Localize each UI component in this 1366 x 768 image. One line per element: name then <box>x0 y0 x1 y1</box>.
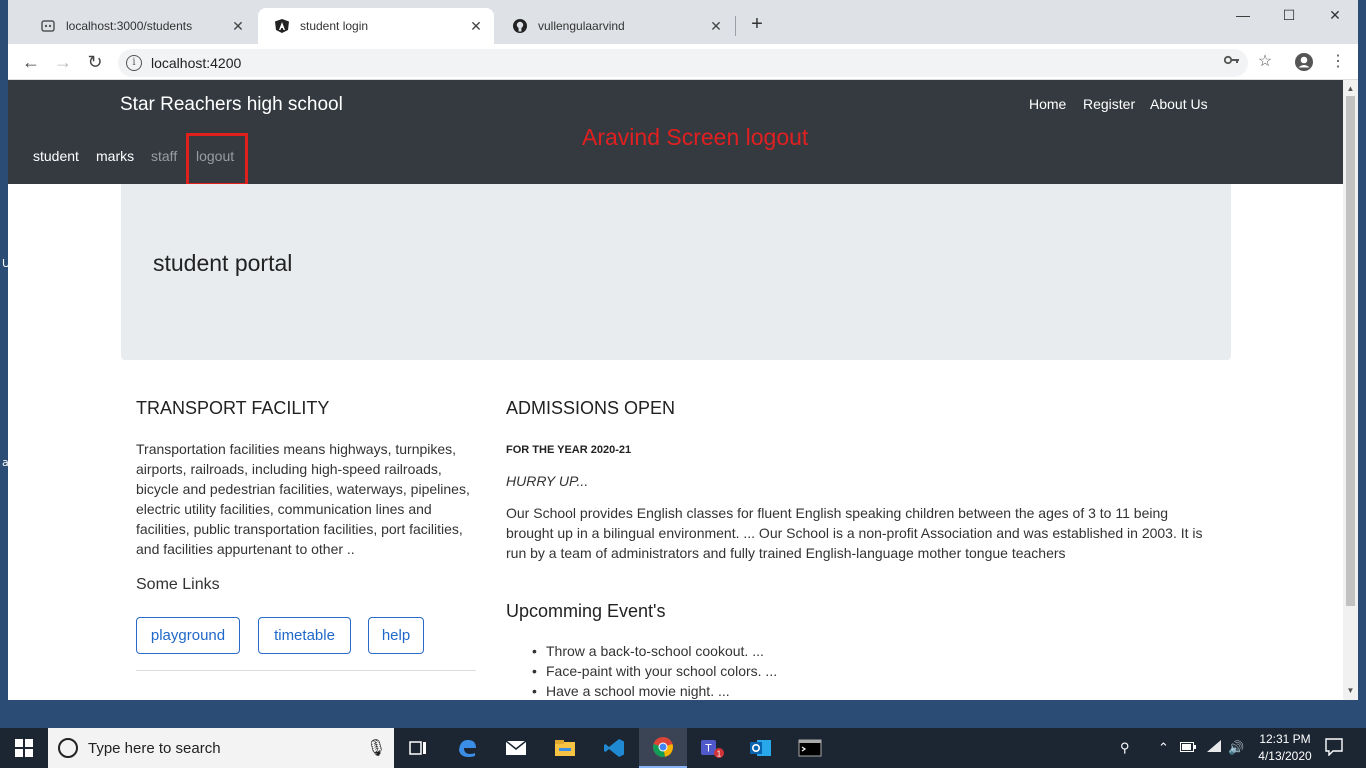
nav-home[interactable]: Home <box>1029 96 1066 112</box>
new-tab-icon[interactable]: + <box>746 14 768 36</box>
back-icon[interactable]: ← <box>19 50 43 74</box>
tab-close-icon[interactable]: ✕ <box>708 18 724 34</box>
links-title: Some Links <box>136 576 220 593</box>
tab-separator <box>735 16 736 36</box>
highlight-box <box>186 133 248 186</box>
vscode-icon[interactable] <box>590 728 638 768</box>
minimize-icon[interactable]: — <box>1220 4 1266 26</box>
menu-kebab-icon[interactable]: ⋮ <box>1328 52 1348 72</box>
events-heading: Upcomming Event's <box>506 601 666 621</box>
tab-close-icon[interactable]: ✕ <box>230 18 246 34</box>
windows-start-icon[interactable] <box>0 728 48 768</box>
page-scrollbar[interactable]: ▲ ▼ <box>1343 80 1358 700</box>
profile-avatar-icon[interactable] <box>1294 52 1314 72</box>
system-clock[interactable]: 12:31 PM 4/13/2020 <box>1255 731 1315 765</box>
text-line: airports, railroads, including high-spee… <box>136 461 442 477</box>
search-placeholder[interactable]: Type here to search <box>88 740 221 757</box>
volume-icon[interactable]: 🔊 <box>1228 740 1244 756</box>
battery-icon[interactable] <box>1180 740 1196 755</box>
text-line: brought up in a bilingual environment. .… <box>506 525 1203 541</box>
subnav-marks[interactable]: marks <box>96 148 134 164</box>
timetable-button[interactable]: timetable <box>258 617 351 654</box>
scroll-up-icon[interactable]: ▲ <box>1343 82 1358 96</box>
url-text[interactable]: localhost:4200 <box>151 55 241 71</box>
site-info-icon[interactable]: i <box>126 55 142 71</box>
admissions-heading: ADMISSIONS OPEN <box>506 398 676 418</box>
bookmark-star-icon[interactable]: ☆ <box>1255 52 1275 72</box>
divider <box>136 670 476 671</box>
page-favicon-icon <box>40 18 56 34</box>
text-line: Our School provides English classes for … <box>506 505 1169 521</box>
list-item: Throw a back-to-school cookout. ... <box>532 641 777 661</box>
key-icon[interactable] <box>1222 52 1242 72</box>
task-view-icon[interactable] <box>394 728 442 768</box>
jumbotron-title: student portal <box>153 250 293 276</box>
help-button[interactable]: help <box>368 617 424 654</box>
outlook-icon[interactable] <box>737 728 785 768</box>
text-line: and facilities appurtenant to other .. <box>136 541 355 557</box>
teams-icon[interactable]: T1 <box>688 728 736 768</box>
clock-date: 4/13/2020 <box>1258 749 1312 763</box>
nav-register[interactable]: Register <box>1083 96 1135 112</box>
file-explorer-icon[interactable] <box>541 728 589 768</box>
tab-students[interactable]: localhost:3000/students ✕ <box>24 8 256 44</box>
admissions-text: Our School provides English classes for … <box>506 503 1203 563</box>
github-icon <box>512 18 528 34</box>
subnav-staff[interactable]: staff <box>151 148 177 164</box>
cortana-icon <box>58 738 78 758</box>
clock-time: 12:31 PM <box>1259 732 1311 746</box>
text-line: electric utility facilities, communicati… <box>136 501 432 517</box>
edge-browser-icon[interactable] <box>443 728 491 768</box>
mail-icon[interactable] <box>492 728 540 768</box>
taskbar-search-box[interactable]: Type here to search 🎙 <box>48 728 394 768</box>
site-brand[interactable]: Star Reachers high school <box>120 94 343 116</box>
chrome-icon[interactable] <box>639 728 687 768</box>
scroll-thumb[interactable] <box>1346 96 1355 606</box>
reload-icon[interactable]: ↻ <box>83 50 107 74</box>
browser-window: localhost:3000/students ✕ student login … <box>8 0 1358 700</box>
wifi-icon[interactable] <box>1206 740 1222 755</box>
admissions-year: FOR THE YEAR 2020-21 <box>506 444 632 456</box>
tab-title: localhost:3000/students <box>66 19 193 33</box>
browser-toolbar: ← → ↻ i localhost:4200 ☆ ⋮ <box>8 44 1358 80</box>
angular-icon <box>274 18 290 34</box>
tray-chevron-icon[interactable]: ⌃ <box>1158 740 1169 756</box>
scroll-down-icon[interactable]: ▼ <box>1343 684 1358 698</box>
tab-close-icon[interactable]: ✕ <box>468 18 484 34</box>
text-line: Transportation facilities means highways… <box>136 441 457 457</box>
window-close-icon[interactable]: ✕ <box>1312 4 1358 26</box>
windows-taskbar: Type here to search 🎙 T1 ⚲ ⌃ 🔊 12:31 PM … <box>0 728 1366 768</box>
events-list: Throw a back-to-school cookout. ... Face… <box>532 641 777 700</box>
people-icon[interactable]: ⚲ <box>1120 740 1130 756</box>
transport-heading: TRANSPORT FACILITY <box>136 398 330 418</box>
text-line: run by a team of administrators and full… <box>506 545 1066 561</box>
forward-icon[interactable]: → <box>51 50 75 74</box>
teams-badge: 1 <box>717 750 722 759</box>
tab-github[interactable]: vullengulaarvind ✕ <box>496 8 734 44</box>
tab-title: vullengulaarvind <box>538 19 625 33</box>
playground-button[interactable]: playground <box>136 617 240 654</box>
text-line: facilities, public transportation facili… <box>136 521 463 537</box>
terminal-icon[interactable] <box>786 728 834 768</box>
tab-title: student login <box>300 19 369 33</box>
admissions-hurry: HURRY UP... <box>506 473 589 489</box>
jumbotron: student portal <box>121 184 1231 360</box>
web-page: Star Reachers high school Home Register … <box>8 80 1343 700</box>
list-item: Face-paint with your school colors. ... <box>532 661 777 681</box>
text-line: bicycle and pedestrian facilities, water… <box>136 481 470 497</box>
nav-about-us[interactable]: About Us <box>1150 96 1208 112</box>
tab-student-login[interactable]: student login ✕ <box>258 8 494 44</box>
tab-strip: localhost:3000/students ✕ student login … <box>8 0 1358 44</box>
subnav-student[interactable]: student <box>33 148 79 164</box>
transport-text: Transportation facilities means highways… <box>136 439 470 559</box>
list-item: Have a school movie night. ... <box>532 681 777 700</box>
notifications-icon[interactable] <box>1325 738 1343 759</box>
svg-text:T: T <box>705 743 712 755</box>
microphone-icon[interactable]: 🎙 <box>366 738 386 758</box>
maximize-icon[interactable]: ☐ <box>1266 4 1312 26</box>
screen-annotation: Aravind Screen logout <box>582 124 809 150</box>
address-bar[interactable]: i localhost:4200 <box>118 49 1248 77</box>
